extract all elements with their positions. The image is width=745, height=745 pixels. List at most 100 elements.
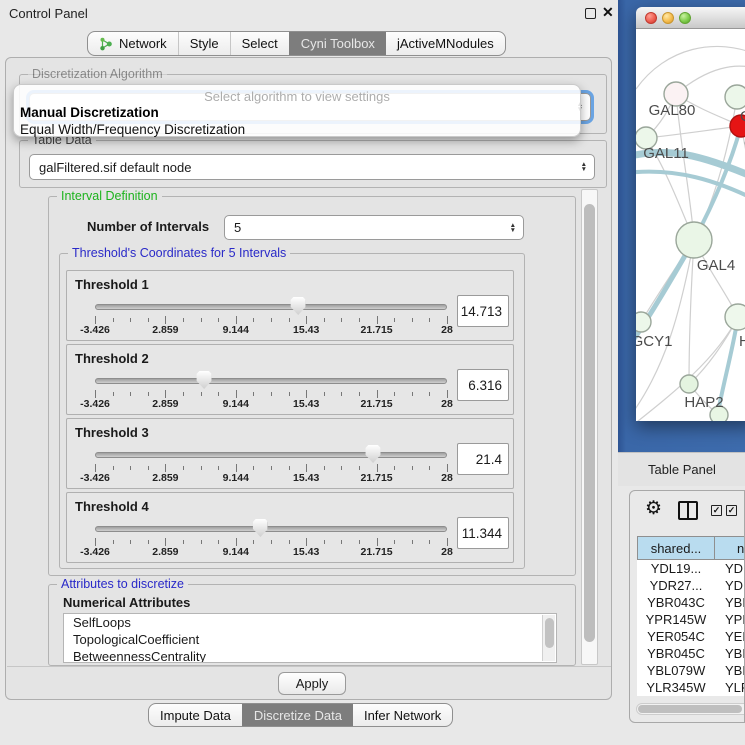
node-label-gal80: GAL80 — [649, 102, 696, 119]
tab-style-label: Style — [190, 36, 219, 51]
close-icon[interactable]: ✕ — [602, 4, 614, 21]
number-of-intervals-label: Number of Intervals — [87, 219, 209, 234]
table-horizontal-scrollbar[interactable] — [636, 703, 745, 715]
cell-name[interactable]: YBL0 — [715, 662, 745, 679]
apply-button[interactable]: Apply — [278, 672, 346, 695]
cell-shared-name[interactable]: YBL079W — [637, 662, 715, 679]
threshold-value-field[interactable]: 21.4 — [457, 443, 509, 475]
tab-infer-network[interactable]: Infer Network — [353, 704, 452, 726]
slider-thumb[interactable] — [291, 297, 306, 315]
node-label-gal11: GAL11 — [643, 145, 689, 162]
tab-network[interactable]: Network — [88, 32, 178, 55]
table-row[interactable]: YDR27...YDR2 — [637, 577, 745, 594]
minimize-traffic-light-icon[interactable] — [662, 12, 674, 24]
columns-icon[interactable] — [678, 501, 698, 520]
numerical-attributes-list[interactable]: SelfLoopsTopologicalCoefficientBetweenne… — [63, 613, 557, 663]
cell-name[interactable]: YDR2 — [715, 577, 745, 594]
slider-scale-labels: -3.4262.8599.14415.4321.71528 — [95, 472, 447, 484]
network-view-window[interactable]: GAL80 GA C GAL11 GAL4 GCY1 H HAP2 — [636, 7, 745, 421]
threshold-block: Threshold 2-3.4262.8599.14415.4321.71528… — [66, 344, 514, 415]
slider-track[interactable] — [95, 304, 447, 310]
gear-icon[interactable]: ⚙ — [645, 497, 662, 520]
table-horizontal-scrollbar-thumb[interactable] — [638, 705, 742, 713]
table-row[interactable]: YPR145WYPR1 — [637, 611, 745, 628]
slider-track[interactable] — [95, 452, 447, 458]
attributes-list-scrollbar[interactable] — [542, 615, 555, 661]
tab-cyni-toolbox-label: Cyni Toolbox — [301, 36, 375, 51]
interval-definition-title: Interval Definition — [57, 189, 162, 203]
tab-select[interactable]: Select — [230, 32, 289, 55]
algorithm-placeholder: Select algorithm to view settings — [14, 89, 580, 104]
cell-shared-name[interactable]: YBR045C — [637, 645, 715, 662]
checkbox-icon-1[interactable]: ✓ — [711, 505, 722, 516]
column-header-name[interactable]: na — [715, 536, 745, 560]
zoom-traffic-light-icon[interactable] — [679, 12, 691, 24]
cell-shared-name[interactable]: YBR043C — [637, 594, 715, 611]
close-traffic-light-icon[interactable] — [645, 12, 657, 24]
slider-thumb[interactable] — [197, 371, 212, 389]
tab-select-label: Select — [242, 36, 278, 51]
cell-name[interactable]: YLR3 — [715, 679, 745, 696]
tab-impute-data[interactable]: Impute Data — [149, 704, 242, 726]
cell-name[interactable]: YPR1 — [715, 611, 745, 628]
attributes-group-title: Attributes to discretize — [57, 577, 188, 591]
float-window-icon[interactable] — [585, 8, 596, 19]
attribute-list-item[interactable]: SelfLoops — [64, 614, 556, 631]
cell-shared-name[interactable]: YDR27... — [637, 577, 715, 594]
threshold-block: Threshold 1-3.4262.8599.14415.4321.71528… — [66, 270, 514, 341]
dropdown-item-equal-width[interactable]: Equal Width/Frequency Discretization — [20, 122, 245, 137]
node-label-gal4: GAL4 — [697, 257, 735, 274]
cell-name[interactable]: YBR0 — [715, 645, 745, 662]
settings-scrollbar-thumb[interactable] — [584, 204, 595, 642]
tab-jactivemnodules[interactable]: jActiveMNodules — [386, 32, 505, 55]
slider-track[interactable] — [95, 526, 447, 532]
stepper-arrows-icon: ▲▼ — [510, 223, 516, 233]
threshold-block: Threshold 3-3.4262.8599.14415.4321.71528… — [66, 418, 514, 489]
settings-scrollbar[interactable] — [581, 189, 598, 665]
table-row[interactable]: YBL079WYBL0 — [637, 662, 745, 679]
table-panel-titlebar: Table Panel — [618, 452, 745, 486]
threshold-value-field[interactable]: 6.316 — [457, 369, 509, 401]
tab-discretize-data[interactable]: Discretize Data — [242, 704, 353, 726]
attributes-list-scrollbar-thumb[interactable] — [545, 618, 554, 648]
table-toolbar: ⚙ ✓ ✓ — [630, 491, 744, 531]
network-canvas[interactable]: GAL80 GA C GAL11 GAL4 GCY1 H HAP2 — [636, 29, 745, 421]
table-row[interactable]: YBR045CYBR0 — [637, 645, 745, 662]
table-data-groupbox: Table Data galFiltered.sif default node … — [19, 140, 607, 188]
attribute-list-item[interactable]: TopologicalCoefficient — [64, 631, 556, 648]
cell-name[interactable]: YBR0 — [715, 594, 745, 611]
dropdown-item-manual-discretization[interactable]: Manual Discretization — [20, 105, 159, 120]
right-column: GAL80 GA C GAL11 GAL4 GCY1 H HAP2 Table … — [618, 0, 745, 745]
cell-shared-name[interactable]: YDL19... — [637, 560, 715, 577]
table-row[interactable]: YBR043CYBR0 — [637, 594, 745, 611]
table-row[interactable]: YDL19...YDL1 — [637, 560, 745, 577]
tab-impute-data-label: Impute Data — [160, 708, 231, 723]
slider-track[interactable] — [95, 378, 447, 384]
slider-thumb[interactable] — [366, 445, 381, 463]
cell-shared-name[interactable]: YPR145W — [637, 611, 715, 628]
slider-scale-labels: -3.4262.8599.14415.4321.71528 — [95, 324, 447, 336]
network-window-titlebar[interactable] — [636, 7, 745, 29]
slider-thumb[interactable] — [253, 519, 268, 537]
column-header-shared-name[interactable]: shared... — [637, 536, 715, 560]
algorithm-group-title: Discretization Algorithm — [28, 67, 167, 81]
checkbox-icon-2[interactable]: ✓ — [726, 505, 737, 516]
table-row[interactable]: YER054CYER0 — [637, 628, 745, 645]
tab-cyni-toolbox[interactable]: Cyni Toolbox — [289, 32, 386, 55]
cell-shared-name[interactable]: YLR345W — [637, 679, 715, 696]
tab-style[interactable]: Style — [178, 32, 230, 55]
threshold-value-field[interactable]: 14.713 — [457, 295, 509, 327]
attribute-list-item[interactable]: BetweennessCentrality — [64, 648, 556, 663]
cell-name[interactable]: YER0 — [715, 628, 745, 645]
table-data-combobox[interactable]: galFiltered.sif default node ▲▼ — [29, 154, 595, 180]
interval-definition-groupbox: Interval Definition Number of Intervals … — [48, 196, 576, 576]
slider-scale-labels: -3.4262.8599.14415.4321.71528 — [95, 398, 447, 410]
number-of-intervals-combobox[interactable]: 5 ▲▼ — [224, 215, 524, 240]
attributes-groupbox: Attributes to discretize Numerical Attri… — [48, 584, 576, 666]
table-row[interactable]: YLR345WYLR3 — [637, 679, 745, 696]
slider-ticks — [95, 390, 447, 398]
threshold-block: Threshold 4-3.4262.8599.14415.4321.71528… — [66, 492, 514, 563]
threshold-value-field[interactable]: 11.344 — [457, 517, 509, 549]
cell-name[interactable]: YDL1 — [715, 560, 745, 577]
cell-shared-name[interactable]: YER054C — [637, 628, 715, 645]
